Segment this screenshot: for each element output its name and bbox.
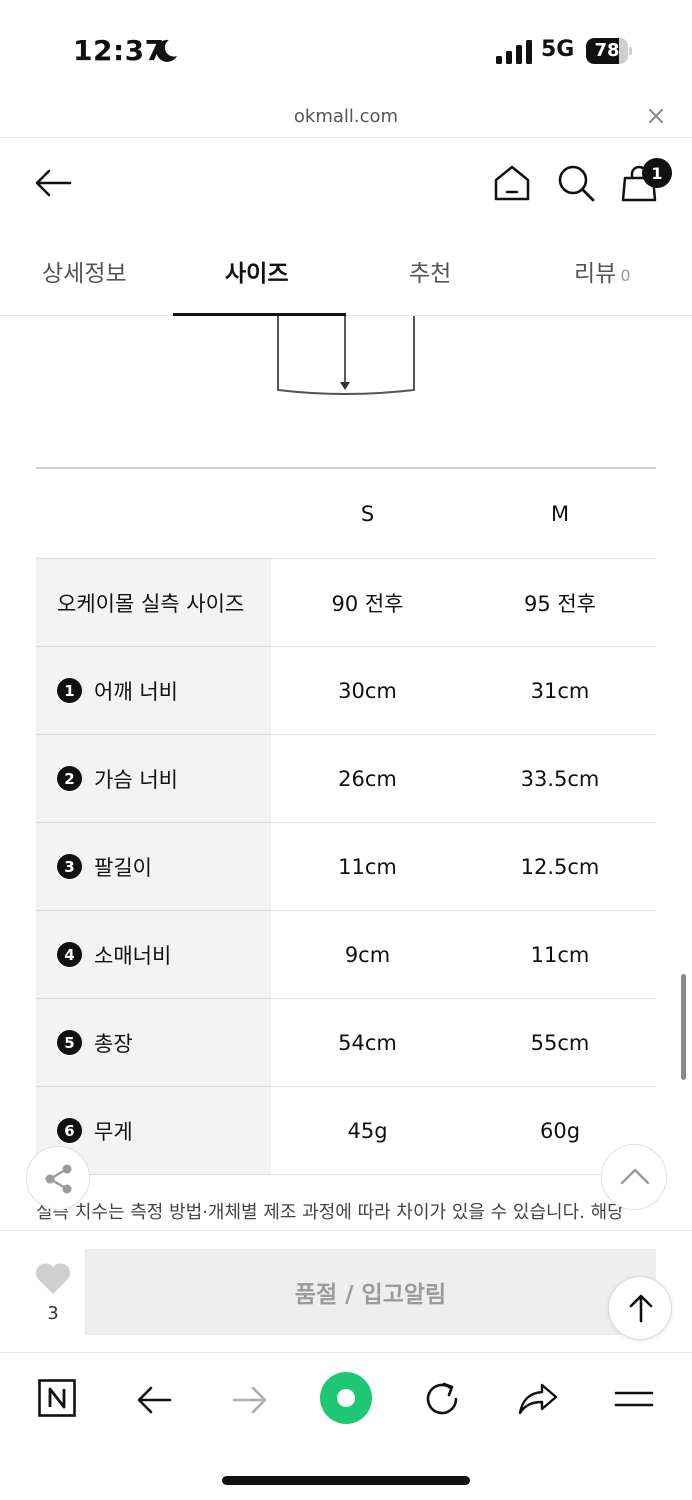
review-count: 0	[620, 266, 631, 285]
status-bar: 12:37 5G 78	[0, 0, 692, 100]
cell-s: 11cm	[338, 854, 397, 879]
row-label-text: 총장	[94, 1031, 133, 1056]
row-label: 5 총장	[36, 999, 271, 1086]
cart-button[interactable]: 1	[620, 158, 676, 204]
soldout-restock-button[interactable]: 품절 / 입고알림	[85, 1249, 656, 1335]
tab-reviews[interactable]: 리뷰 0	[574, 254, 631, 288]
like-count: 3	[47, 1303, 59, 1324]
home-icon[interactable]	[493, 164, 531, 202]
battery-level: 78	[594, 40, 620, 61]
table-row: 4 소매너비 9cm 11cm	[36, 911, 656, 999]
row-label: 4 소매너비	[36, 911, 271, 998]
share-button[interactable]	[26, 1146, 90, 1210]
cell-m: 55cm	[530, 1030, 590, 1055]
row-label-text: 무게	[94, 1119, 133, 1144]
tab-recommend[interactable]: 추천	[409, 254, 451, 288]
cell-m: 11cm	[530, 942, 590, 967]
row-label: 2 가슴 너비	[36, 735, 271, 822]
table-header-row: S M	[36, 469, 656, 559]
row-label: 3 팔길이	[36, 823, 271, 910]
share-arrow-icon	[518, 1383, 558, 1415]
number-badge: 5	[57, 1030, 82, 1055]
tab-details[interactable]: 상세정보	[42, 254, 127, 288]
cell-s: 54cm	[338, 1030, 397, 1055]
scroll-to-top-button[interactable]	[608, 1276, 672, 1340]
close-icon[interactable]	[646, 106, 666, 126]
app-header: 1	[0, 138, 692, 230]
like-button[interactable]: 3	[33, 1259, 73, 1329]
url-bar[interactable]: okmall.com	[0, 100, 692, 138]
number-badge: 1	[57, 678, 82, 703]
row-label: 1 어깨 너비	[36, 647, 271, 734]
green-dot-button[interactable]	[319, 1371, 373, 1425]
signal-icon	[496, 40, 532, 64]
battery-icon: 78	[586, 38, 632, 64]
number-badge: 2	[57, 766, 82, 791]
table-row: 3 팔길이 11cm 12.5cm	[36, 823, 656, 911]
table-row: 오케이몰 실측 사이즈 90 전후 95 전후	[36, 559, 656, 647]
chevron-up-icon	[620, 1168, 650, 1185]
row-label-text: 가슴 너비	[94, 767, 178, 792]
back-arrow-icon[interactable]	[34, 168, 72, 198]
collapse-button[interactable]	[601, 1144, 667, 1210]
column-header-m: M	[550, 501, 570, 526]
hamburger-menu-icon	[614, 1391, 654, 1407]
share-page-button[interactable]	[512, 1377, 564, 1421]
network-label: 5G	[541, 37, 575, 62]
garment-diagram	[277, 316, 415, 395]
home-indicator	[222, 1476, 470, 1485]
browser-back-button[interactable]	[128, 1377, 180, 1421]
product-tabs: 상세정보 사이즈 추천 리뷰 0	[0, 230, 692, 316]
cart-count-badge: 1	[642, 158, 672, 188]
row-label: 오케이몰 실측 사이즈	[36, 559, 271, 646]
cell-s: 9cm	[344, 942, 391, 967]
cell-m: 31cm	[530, 678, 590, 703]
row-label-text: 소매너비	[94, 943, 172, 968]
size-note: 실측 치수는 측정 방법·개체별 제조 과정에 따라 차이가 있을 수 있습니다…	[36, 1202, 624, 1223]
number-badge: 6	[57, 1118, 82, 1143]
share-icon	[45, 1164, 72, 1194]
scrollbar[interactable]	[681, 974, 686, 1080]
cell-m: 33.5cm	[520, 766, 600, 791]
status-time: 12:37	[73, 34, 165, 67]
cell-s: 26cm	[338, 766, 397, 791]
table-row: 1 어깨 너비 30cm 31cm	[36, 647, 656, 735]
buy-bar: 3 품절 / 입고알림	[0, 1230, 692, 1352]
url-text: okmall.com	[293, 106, 399, 127]
naver-button[interactable]	[32, 1377, 84, 1421]
row-label-text: 팔길이	[94, 855, 152, 880]
heart-icon	[35, 1263, 71, 1294]
table-corner-cell	[36, 469, 271, 558]
back-arrow-icon	[137, 1386, 172, 1414]
number-badge: 3	[57, 854, 82, 879]
search-icon[interactable]	[557, 164, 595, 202]
moon-icon	[156, 39, 177, 62]
table-row: 2 가슴 너비 26cm 33.5cm	[36, 735, 656, 823]
naver-n-icon	[38, 1379, 76, 1417]
forward-arrow-icon	[232, 1386, 267, 1414]
cell-s: 45g	[347, 1118, 388, 1143]
menu-button[interactable]	[608, 1377, 660, 1421]
cell-m: 12.5cm	[520, 854, 600, 879]
cell-m: 95 전후	[523, 591, 597, 616]
browser-forward-button[interactable]	[224, 1377, 276, 1421]
reload-icon	[426, 1382, 458, 1415]
green-dot-icon	[320, 1372, 372, 1424]
row-label-text: 어깨 너비	[94, 679, 178, 704]
tab-size[interactable]: 사이즈	[225, 254, 288, 288]
arrow-up-icon	[629, 1294, 653, 1323]
table-row: 6 무게 45g 60g	[36, 1087, 656, 1175]
size-table: S M 오케이몰 실측 사이즈 90 전후 95 전후 1 어깨 너비 30cm …	[36, 467, 656, 1175]
reload-button[interactable]	[416, 1377, 468, 1421]
number-badge: 4	[57, 942, 82, 967]
column-header-s: S	[360, 501, 375, 526]
cell-s: 90 전후	[331, 591, 404, 616]
cell-s: 30cm	[338, 678, 397, 703]
table-row: 5 총장 54cm 55cm	[36, 999, 656, 1087]
tab-reviews-label: 리뷰	[574, 261, 617, 287]
